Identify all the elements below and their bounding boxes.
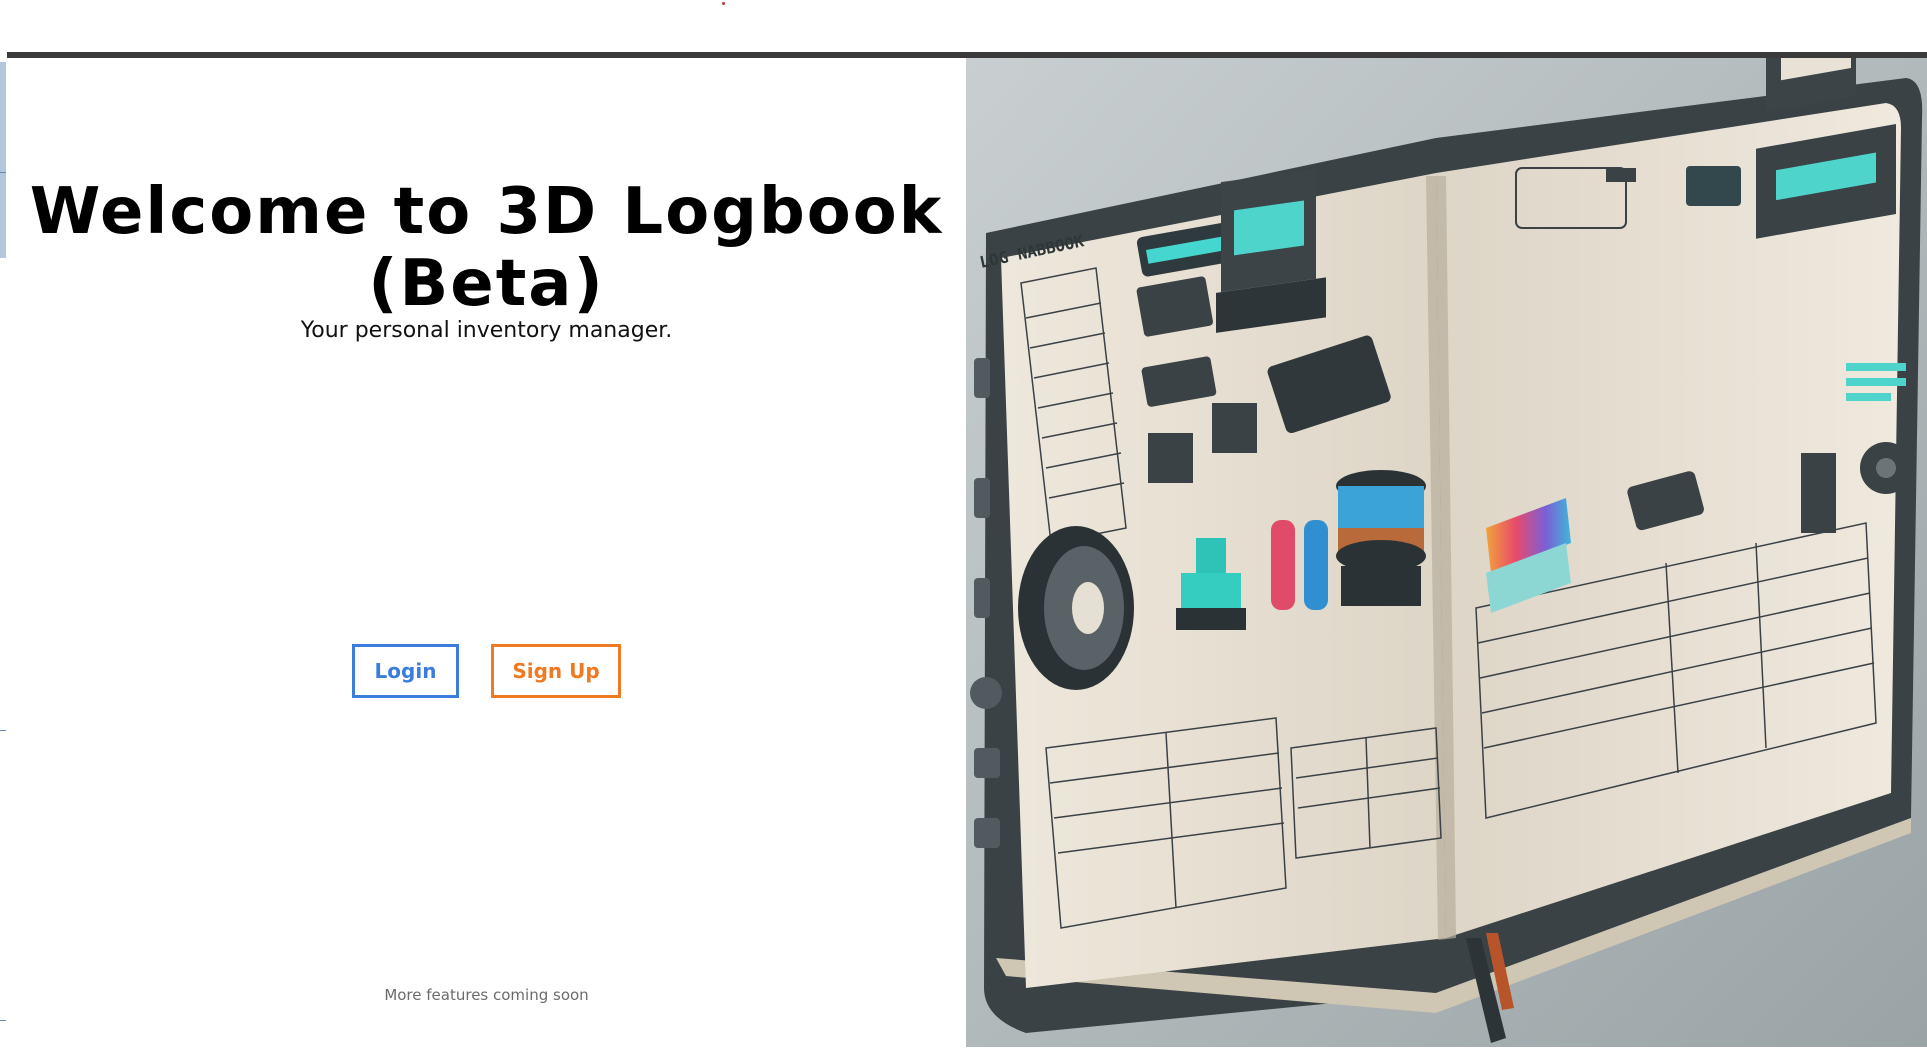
filament-tube <box>1304 520 1328 610</box>
hero-illustration: LOG NABBOOK <box>966 58 1927 1047</box>
gear-hub <box>1876 458 1896 478</box>
left-edge-tick <box>0 730 6 731</box>
printer-illustration <box>1216 168 1326 333</box>
login-button[interactable]: Login <box>352 644 459 698</box>
teal-bar <box>1846 393 1891 401</box>
page-subtitle: Your personal inventory manager. <box>300 318 673 343</box>
left-edge-strip <box>0 62 6 258</box>
top-marker-dot <box>722 2 725 5</box>
left-edge-tick <box>0 172 6 173</box>
cube-illustration <box>1148 433 1193 483</box>
filament-tube <box>1271 520 1295 610</box>
indicator <box>1606 168 1636 182</box>
app-viewport: Welcome to 3D Logbook (Beta) Your person… <box>0 0 1927 1051</box>
spool-illustration <box>1336 470 1426 606</box>
device-illustration <box>1801 453 1836 533</box>
logbook-illustration: LOG NABBOOK <box>966 58 1927 1047</box>
teal-bar <box>1846 363 1906 371</box>
page-title: Welcome to 3D Logbook (Beta) <box>29 175 944 321</box>
indicator-screen <box>1686 166 1741 206</box>
spool-illustration <box>1018 526 1134 690</box>
signup-button[interactable]: Sign Up <box>491 644 621 698</box>
footer-note: More features coming soon <box>384 986 589 1004</box>
cube-illustration <box>1212 403 1257 453</box>
welcome-panel: Welcome to 3D Logbook (Beta) Your person… <box>7 58 966 1047</box>
teal-bar <box>1846 378 1906 386</box>
left-edge-tick <box>0 1020 6 1021</box>
